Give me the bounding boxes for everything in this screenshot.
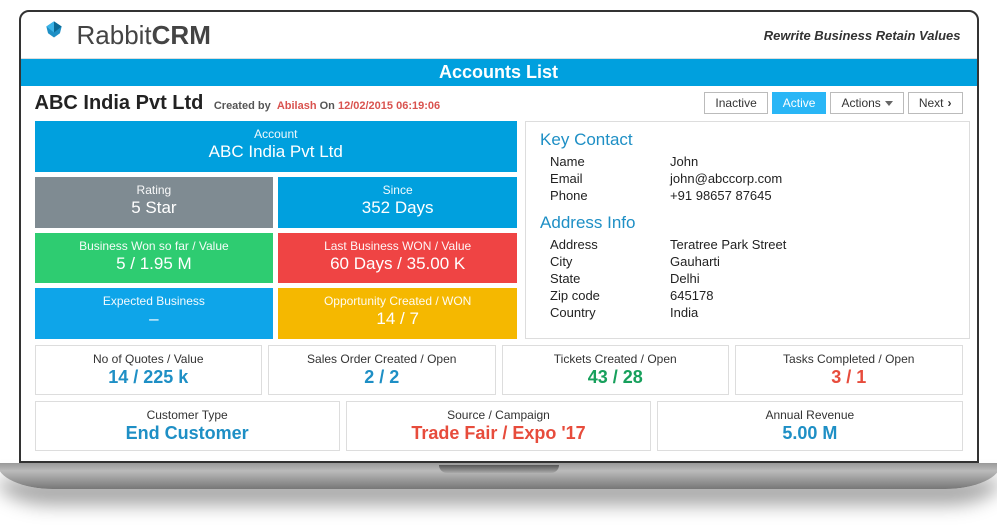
tile-expected: Expected Business – xyxy=(35,288,274,339)
contact-email: john@abccorp.com xyxy=(670,171,955,186)
tile-business-won: Business Won so far / Value 5 / 1.95 M xyxy=(35,233,274,284)
stat-revenue: Annual Revenue 5.00 M xyxy=(657,401,962,451)
topbar: RabbitCRM Rewrite Business Retain Values xyxy=(21,12,977,59)
action-buttons: Inactive Active Actions Next› xyxy=(704,92,962,114)
inactive-button[interactable]: Inactive xyxy=(704,92,767,114)
address-country: India xyxy=(670,305,955,320)
stat-source: Source / Campaign Trade Fair / Expo '17 xyxy=(346,401,651,451)
tile-opportunity: Opportunity Created / WON 14 / 7 xyxy=(278,288,517,339)
tile-last-business: Last Business WON / Value 60 Days / 35.0… xyxy=(278,233,517,284)
info-panel: Key Contact NameJohn Emailjohn@abccorp.c… xyxy=(525,121,970,339)
brand-name-2: CRM xyxy=(152,20,211,50)
brand-name-1: Rabbit xyxy=(77,20,152,50)
address-zip: 645178 xyxy=(670,288,955,303)
contact-phone: +91 98657 87645 xyxy=(670,188,955,203)
stat-tickets: Tickets Created / Open 43 / 28 xyxy=(502,345,730,395)
key-contact-heading: Key Contact xyxy=(540,130,955,150)
account-name: ABC India Pvt Ltd xyxy=(35,92,204,114)
stat-tasks: Tasks Completed / Open 3 / 1 xyxy=(735,345,963,395)
created-info: Created by Abilash On 12/02/2015 06:19:0… xyxy=(214,100,440,112)
created-on: 12/02/2015 06:19:06 xyxy=(338,100,440,112)
chevron-right-icon: › xyxy=(948,96,952,110)
tile-since: Since 352 Days xyxy=(278,177,517,228)
metric-tiles: Account ABC India Pvt Ltd Rating 5 Star … xyxy=(35,121,518,339)
tile-rating: Rating 5 Star xyxy=(35,177,274,228)
actions-button[interactable]: Actions xyxy=(830,92,903,114)
account-header: ABC India Pvt Ltd Created by Abilash On … xyxy=(35,92,441,115)
contact-name: John xyxy=(670,154,955,169)
tile-account: Account ABC India Pvt Ltd xyxy=(35,121,518,172)
stat-quotes: No of Quotes / Value 14 / 225 k xyxy=(35,345,263,395)
laptop-base xyxy=(0,463,997,489)
address-city: Gauharti xyxy=(670,254,955,269)
address-state: Delhi xyxy=(670,271,955,286)
next-button[interactable]: Next› xyxy=(908,92,963,114)
tagline: Rewrite Business Retain Values xyxy=(764,28,961,43)
stat-sales-order: Sales Order Created / Open 2 / 2 xyxy=(268,345,496,395)
active-button[interactable]: Active xyxy=(772,92,827,114)
page-title: Accounts List xyxy=(21,59,977,86)
address-street: Teratree Park Street xyxy=(670,237,955,252)
created-by: Abilash xyxy=(277,100,317,112)
brand-logo: RabbitCRM xyxy=(37,18,211,52)
address-heading: Address Info xyxy=(540,213,955,233)
rabbit-icon xyxy=(37,18,71,52)
chevron-down-icon xyxy=(885,101,893,106)
stat-customer-type: Customer Type End Customer xyxy=(35,401,340,451)
